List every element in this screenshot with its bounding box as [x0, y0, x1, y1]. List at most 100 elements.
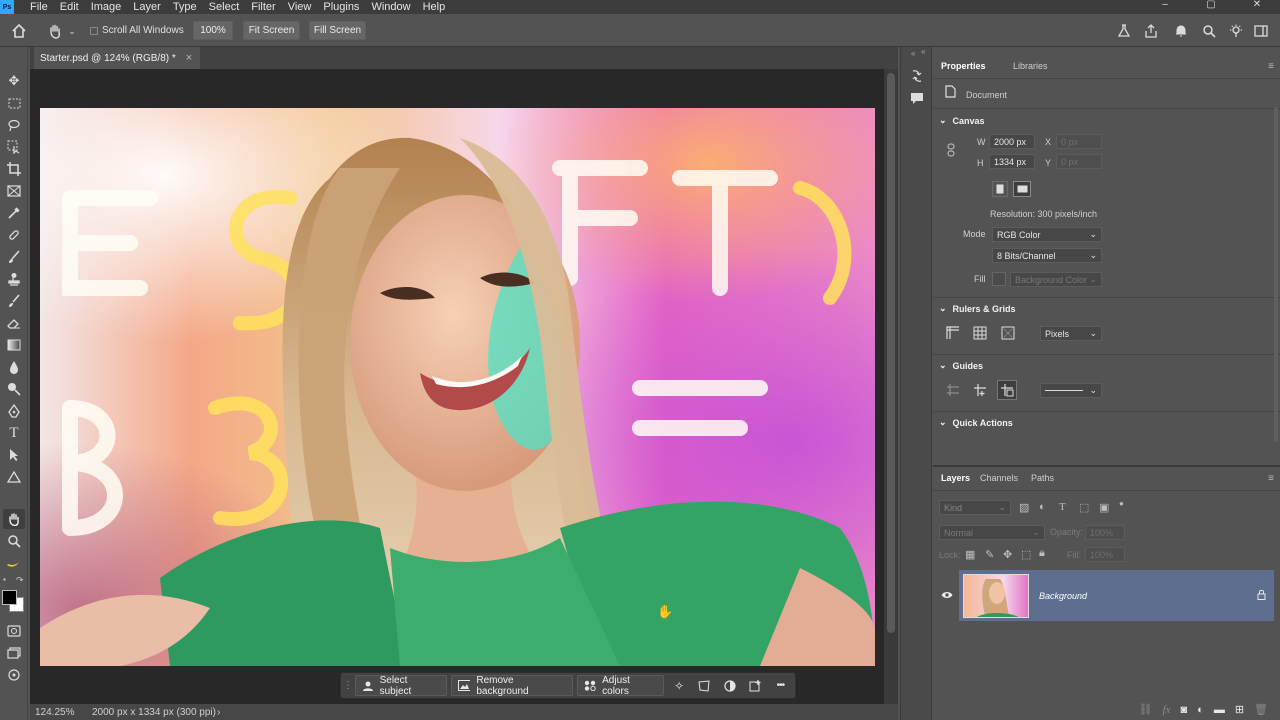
delete-layer-icon[interactable]: 🗑︎	[1254, 703, 1268, 716]
adjustment-layer-icon[interactable]: ◐	[1197, 704, 1204, 716]
shape-tool-icon[interactable]	[3, 467, 25, 487]
canvas-area[interactable]: ✋	[30, 69, 898, 704]
blur-tool-icon[interactable]	[3, 357, 25, 377]
link-dimensions-icon[interactable]	[947, 143, 955, 157]
lock-image-icon[interactable]: ✎	[985, 548, 994, 561]
drag-handle-icon[interactable]: ⋮	[343, 680, 353, 690]
fill-color-swatch[interactable]	[992, 272, 1006, 286]
eyedropper-tool-icon[interactable]	[3, 203, 25, 223]
eraser-tool-icon[interactable]	[3, 313, 25, 333]
adjust-colors-button[interactable]: Adjust colors	[576, 675, 665, 697]
canvas-height-input[interactable]: 1334 px	[989, 154, 1035, 169]
more-options-icon[interactable]: •••	[770, 675, 791, 696]
add-layer-icon[interactable]	[744, 675, 765, 696]
lasso-tool-icon[interactable]	[3, 115, 25, 135]
ruler-icon[interactable]	[945, 325, 961, 341]
tab-libraries[interactable]: Libraries	[1005, 57, 1056, 75]
menu-filter[interactable]: Filter	[245, 0, 281, 14]
edit-toolbar-icon[interactable]	[3, 665, 25, 685]
portrait-orientation-icon[interactable]	[992, 181, 1008, 197]
canvas-width-input[interactable]: 2000 px	[989, 134, 1035, 149]
select-subject-button[interactable]: Select subject	[355, 675, 447, 697]
guide-layout-icon[interactable]	[945, 382, 961, 398]
screen-mode-icon[interactable]	[3, 643, 25, 663]
adjustment-circle-icon[interactable]	[719, 675, 740, 696]
link-layers-icon[interactable]: ⛓	[1139, 703, 1153, 716]
banana-icon[interactable]	[3, 553, 25, 573]
lock-all-icon[interactable]: 🔒︎	[1039, 547, 1045, 560]
tab-channels[interactable]: Channels	[972, 469, 1026, 487]
bit-depth-select[interactable]: 8 Bits/Channel ⌄	[992, 248, 1102, 263]
new-guide-icon[interactable]	[972, 382, 988, 398]
new-layer-icon[interactable]: ⊞	[1235, 703, 1244, 716]
canvas-x-input[interactable]: 0 px	[1056, 134, 1102, 149]
menu-image[interactable]: Image	[85, 0, 128, 14]
add-mask-icon[interactable]: ◙	[1181, 704, 1188, 716]
hand-tool-preset-icon[interactable]	[44, 21, 66, 41]
lock-transparent-icon[interactable]: ▦	[965, 548, 975, 561]
minimize-button[interactable]: –	[1142, 0, 1188, 14]
color-mode-select[interactable]: RGB Color ⌄	[992, 227, 1102, 242]
menu-plugins[interactable]: Plugins	[317, 0, 365, 14]
type-tool-icon[interactable]: T	[3, 423, 25, 443]
layer-row-background[interactable]: Background	[959, 570, 1274, 621]
menu-view[interactable]: View	[282, 0, 318, 14]
adjustment-filter-icon[interactable]: ◐	[1039, 501, 1046, 513]
properties-scrollbar[interactable]	[1274, 107, 1278, 442]
menu-window[interactable]: Window	[365, 0, 416, 14]
zoom-level[interactable]: 124.25%	[35, 707, 74, 718]
document-image[interactable]	[40, 108, 875, 666]
tab-properties[interactable]: Properties	[933, 57, 994, 75]
layers-menu-icon[interactable]: ≡	[1268, 473, 1274, 484]
home-icon[interactable]	[10, 22, 28, 40]
fill-select[interactable]: Background Color ⌄	[1010, 272, 1102, 287]
hand-tool-icon[interactable]	[3, 509, 25, 529]
share-icon[interactable]	[1142, 22, 1160, 40]
lock-position-icon[interactable]: ✥	[1003, 548, 1012, 561]
spot-healing-tool-icon[interactable]	[3, 225, 25, 245]
pixel-filter-icon[interactable]: ▨	[1019, 501, 1029, 514]
brush-tool-icon[interactable]	[3, 247, 25, 267]
bell-icon[interactable]	[1172, 22, 1190, 40]
object-selection-tool-icon[interactable]	[3, 137, 25, 157]
foreground-color-swatch[interactable]	[2, 590, 17, 605]
flask-icon[interactable]	[1115, 22, 1133, 40]
gradient-tool-icon[interactable]	[3, 335, 25, 355]
fit-screen-button[interactable]: Fit Screen	[243, 21, 300, 40]
menu-type[interactable]: Type	[167, 0, 203, 14]
default-colors-icon[interactable]: ▪	[3, 575, 6, 584]
close-document-icon[interactable]: ×	[186, 52, 192, 64]
history-brush-tool-icon[interactable]	[3, 291, 25, 311]
smart-object-filter-icon[interactable]: ▣	[1099, 501, 1109, 514]
panel-menu-icon[interactable]: ≡	[1268, 61, 1274, 72]
quick-actions-section-header[interactable]: ⌄ Quick Actions	[939, 417, 1013, 428]
lock-artboard-icon[interactable]: ⬚	[1021, 548, 1031, 561]
menu-file[interactable]: File	[24, 0, 54, 14]
menu-layer[interactable]: Layer	[127, 0, 167, 14]
generative-sparkle-icon[interactable]: ✧	[668, 675, 689, 696]
fill-screen-button[interactable]: Fill Screen	[309, 21, 366, 40]
chevron-down-icon[interactable]: ⌄	[67, 23, 77, 39]
close-window-button[interactable]: ✕	[1234, 0, 1280, 14]
grid-icon[interactable]	[972, 325, 988, 341]
transform-icon[interactable]	[694, 675, 715, 696]
move-tool-icon[interactable]: ✥	[3, 71, 25, 91]
path-selection-tool-icon[interactable]	[3, 445, 25, 465]
dodge-tool-icon[interactable]	[3, 379, 25, 399]
tab-paths[interactable]: Paths	[1023, 469, 1062, 487]
type-filter-icon[interactable]: T	[1059, 501, 1066, 513]
document-tab[interactable]: Starter.psd @ 124% (RGB/8) * ×	[34, 47, 201, 69]
scroll-all-windows-checkbox[interactable]	[90, 27, 98, 35]
search-icon[interactable]	[1200, 22, 1218, 40]
crop-tool-icon[interactable]	[3, 159, 25, 179]
canvas-section-header[interactable]: ⌄ Canvas	[939, 115, 985, 126]
layer-lock-icon[interactable]	[1257, 589, 1266, 603]
marquee-tool-icon[interactable]	[3, 93, 25, 113]
eye-visibility-icon[interactable]	[941, 588, 953, 602]
pen-tool-icon[interactable]	[3, 401, 25, 421]
fx-icon[interactable]: fx	[1163, 704, 1171, 716]
status-menu-arrow[interactable]: ›	[217, 707, 220, 718]
guide-style-select[interactable]: ⌄	[1040, 383, 1102, 398]
swap-colors-icon[interactable]: ↷	[16, 575, 24, 586]
vertical-scrollbar[interactable]	[884, 69, 898, 704]
